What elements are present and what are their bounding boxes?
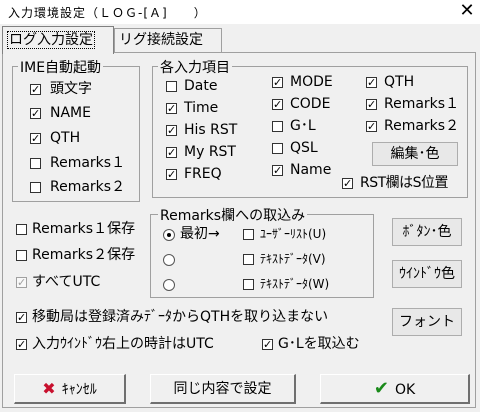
field-qsl-checkbox[interactable] (272, 143, 283, 154)
remarks-radio-3[interactable] (163, 279, 175, 291)
field-remarks1-checkbox[interactable]: ✓ (366, 99, 377, 110)
field-code-label: CODE (290, 96, 331, 112)
window-color-button[interactable]: ｳｲﾝﾄﾞｳ色 (392, 260, 462, 288)
field-my-rst-label: My RST (184, 144, 236, 160)
close-icon[interactable]: ✕ (458, 1, 476, 21)
text-data-w-label: ﾃｷｽﾄﾃﾞｰﾀ(W) (260, 277, 330, 291)
tab-label: ログ入力設定 (7, 31, 95, 49)
field-time-checkbox[interactable]: ✓ (166, 103, 177, 114)
ok-icon: ✔ (373, 378, 389, 399)
field-date-checkbox[interactable] (166, 81, 177, 92)
mobile-qth-checkbox[interactable]: ✓ (16, 312, 27, 323)
ime-initial-label: 頭文字 (50, 81, 92, 97)
field-name-label: Name (290, 162, 332, 178)
field-freq-label: FREQ (184, 166, 222, 182)
field-mode-checkbox[interactable]: ✓ (272, 77, 283, 88)
ime-qth-label: QTH (50, 130, 81, 146)
fields-group-title: 各入力項目 (158, 57, 232, 77)
field-qth-label: QTH (384, 74, 415, 90)
field-time-label: Time (184, 100, 219, 116)
cancel-button[interactable]: ✖ ｷｬﾝｾﾙ (14, 374, 126, 404)
ok-label: OK (394, 382, 416, 398)
field-his-rst-label: His RST (184, 122, 238, 138)
field-freq-checkbox[interactable]: ✓ (166, 169, 177, 180)
field-mode-label: MODE (290, 74, 333, 90)
rst-position-checkbox[interactable]: ✓ (342, 178, 353, 189)
field-my-rst-checkbox[interactable]: ✓ (166, 147, 177, 158)
ime-remarks2-label: Remarks２ (50, 179, 126, 195)
remarks2-save-label: Remarks２保存 (32, 247, 136, 263)
field-gl-checkbox[interactable] (272, 121, 283, 132)
ok-button[interactable]: ✔ OK (320, 374, 470, 404)
window-title: 入力環境設定（ＬＯＧ-[Ａ] ） (8, 6, 207, 20)
field-date-label: Date (184, 78, 218, 94)
ime-initial-checkbox[interactable]: ✓ (30, 84, 41, 95)
remarks-radio-2[interactable] (163, 254, 175, 266)
remarks-radio-first-label: 最初→ (180, 226, 220, 242)
remarks1-save-checkbox[interactable] (16, 224, 27, 235)
text-data-v-label: ﾃｷｽﾄﾃﾞｰﾀ(V) (260, 252, 326, 266)
field-remarks1-label: Remarks１ (384, 96, 460, 112)
text-data-v-checkbox[interactable] (243, 254, 254, 265)
ime-group-title: IME自動起動 (18, 57, 104, 77)
ime-remarks2-checkbox[interactable] (30, 182, 41, 193)
mobile-qth-label: 移動局は登録済みﾃﾞｰﾀからQTHを取り込まない (32, 309, 329, 325)
gl-import-checkbox[interactable]: ✓ (262, 339, 273, 350)
field-gl-label: G･L (290, 118, 316, 134)
text-data-w-checkbox[interactable] (243, 279, 254, 290)
field-qsl-label: QSL (290, 140, 318, 156)
remarks-radio-first[interactable] (163, 229, 175, 241)
field-remarks2-label: Remarks２ (384, 118, 460, 134)
field-qth-checkbox[interactable]: ✓ (366, 77, 377, 88)
all-utc-checkbox[interactable]: ✓ (16, 277, 27, 288)
font-button[interactable]: フォント (392, 308, 462, 336)
tab-log-input[interactable]: ログ入力設定 (2, 26, 114, 54)
ime-remarks1-label: Remarks１ (50, 155, 126, 171)
remarks1-save-label: Remarks１保存 (32, 221, 136, 237)
same-settings-label: 同じ内容で設定 (173, 381, 272, 397)
remarks-import-title: Remarks欄への取込み (158, 205, 308, 225)
same-settings-button[interactable]: 同じ内容で設定 (150, 374, 296, 404)
user-list-checkbox[interactable] (243, 229, 254, 240)
ime-qth-checkbox[interactable]: ✓ (30, 133, 41, 144)
field-remarks2-checkbox[interactable]: ✓ (366, 121, 377, 132)
remarks2-save-checkbox[interactable] (16, 250, 27, 261)
ime-name-checkbox[interactable]: ✓ (30, 108, 41, 119)
ime-remarks1-checkbox[interactable] (30, 158, 41, 169)
cancel-label: ｷｬﾝｾﾙ (61, 382, 97, 398)
button-color-button[interactable]: ﾎﾞﾀﾝ･色 (392, 218, 462, 246)
field-name-checkbox[interactable]: ✓ (272, 165, 283, 176)
field-his-rst-checkbox[interactable]: ✓ (166, 125, 177, 136)
edit-color-button[interactable]: 編集･色 (372, 142, 458, 166)
all-utc-label: すべてUTC (32, 274, 101, 290)
user-list-label: ﾕｰｻﾞｰﾘｽﾄ(U) (260, 227, 327, 241)
cancel-icon: ✖ (42, 379, 56, 398)
rst-position-label: RST欄はS位置 (360, 175, 449, 191)
ime-name-label: NAME (50, 105, 91, 121)
field-code-checkbox[interactable]: ✓ (272, 99, 283, 110)
tab-rig-connect[interactable]: リグ接続設定 (114, 28, 222, 52)
tab-label: リグ接続設定 (119, 32, 203, 48)
gl-import-label: G･Lを取込む (278, 336, 360, 352)
clock-utc-checkbox[interactable]: ✓ (16, 339, 27, 350)
clock-utc-label: 入力ｳｲﾝﾄﾞｳ右上の時計はUTC (32, 336, 214, 352)
